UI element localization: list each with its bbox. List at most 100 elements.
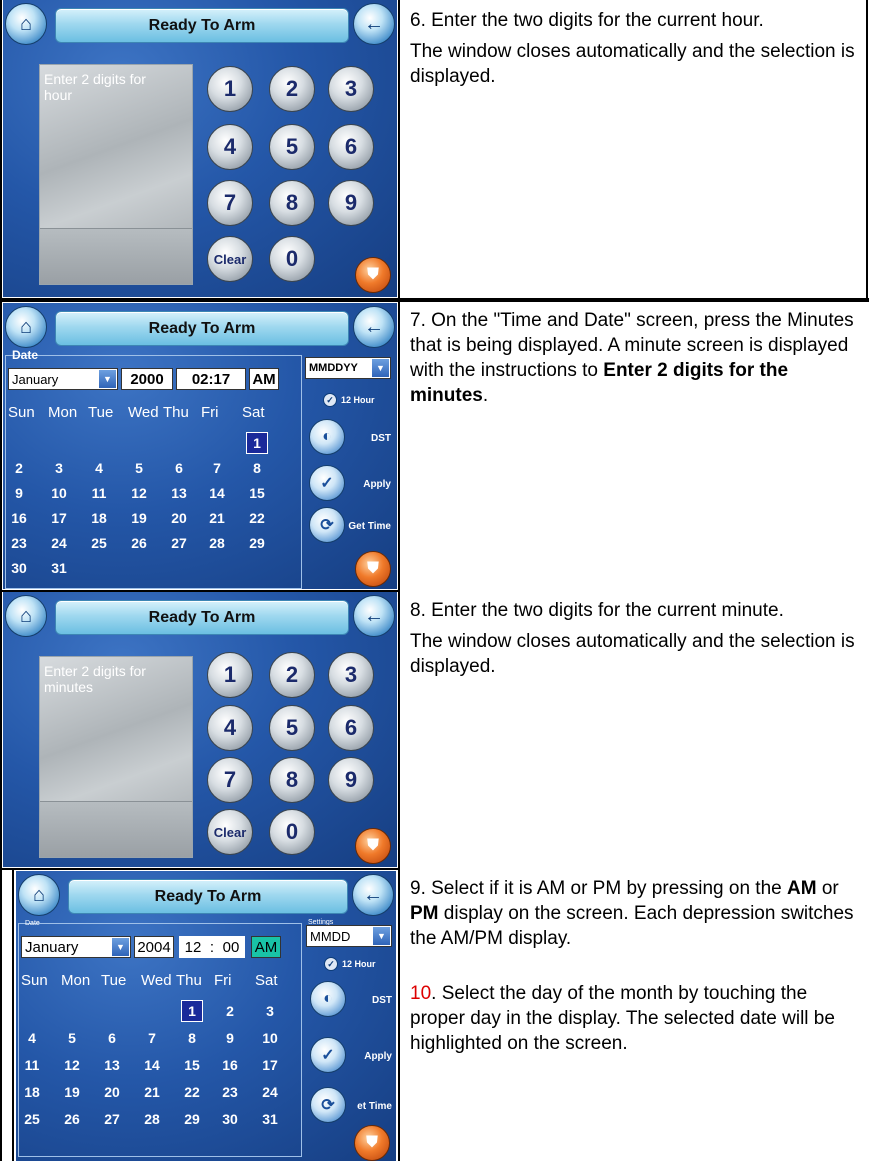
calendar-day[interactable]: 22	[181, 1081, 203, 1103]
calendar-day[interactable]: 1	[246, 432, 268, 454]
calendar-day[interactable]: 11	[21, 1054, 43, 1076]
calendar-day[interactable]: 18	[21, 1081, 43, 1103]
calendar-day[interactable]: 25	[88, 532, 110, 554]
calendar-day[interactable]: 30	[219, 1108, 241, 1130]
calendar-day[interactable]: 11	[88, 482, 110, 504]
calendar-day[interactable]: 29	[181, 1108, 203, 1130]
calendar-day[interactable]: 7	[141, 1027, 163, 1049]
calendar-day[interactable]: 27	[101, 1108, 123, 1130]
calendar-day[interactable]: 19	[61, 1081, 83, 1103]
back-button[interactable]: ←	[353, 306, 395, 348]
key-8[interactable]: 8	[269, 757, 315, 803]
calendar-day[interactable]: 30	[8, 557, 30, 579]
calendar-day[interactable]: 10	[259, 1027, 281, 1049]
key-4[interactable]: 4	[207, 705, 253, 751]
emergency-button[interactable]: ⛊	[355, 257, 391, 293]
calendar-day[interactable]: 25	[21, 1108, 43, 1130]
calendar-day[interactable]: 19	[128, 507, 150, 529]
key-2[interactable]: 2	[269, 652, 315, 698]
calendar-day[interactable]: 3	[259, 1000, 281, 1022]
key-1[interactable]: 1	[207, 652, 253, 698]
calendar-day[interactable]: 31	[48, 557, 70, 579]
calendar-day[interactable]: 5	[128, 457, 150, 479]
calendar-day[interactable]: 31	[259, 1108, 281, 1130]
calendar-day[interactable]: 9	[8, 482, 30, 504]
format-select[interactable]: MMDDYY ▼	[305, 357, 391, 379]
key-8[interactable]: 8	[269, 180, 315, 226]
back-button[interactable]: ←	[353, 595, 395, 637]
calendar-day[interactable]: 6	[101, 1027, 123, 1049]
key-clear[interactable]: Clear	[207, 809, 253, 855]
calendar-day[interactable]: 14	[141, 1054, 163, 1076]
key-clear[interactable]: Clear	[207, 236, 253, 282]
calendar-day[interactable]: 3	[48, 457, 70, 479]
calendar-day[interactable]: 24	[259, 1081, 281, 1103]
calendar-day[interactable]: 10	[48, 482, 70, 504]
apply-button[interactable]: ✓	[309, 465, 345, 501]
calendar-day[interactable]: 21	[206, 507, 228, 529]
calendar-day[interactable]: 2	[8, 457, 30, 479]
calendar-day[interactable]: 18	[88, 507, 110, 529]
key-0[interactable]: 0	[269, 809, 315, 855]
key-6[interactable]: 6	[328, 705, 374, 751]
year-field[interactable]: 2000	[121, 368, 173, 390]
calendar-day[interactable]: 13	[101, 1054, 123, 1076]
emergency-button[interactable]: ⛊	[354, 1125, 390, 1161]
back-button[interactable]: ←	[353, 3, 395, 45]
key-4[interactable]: 4	[207, 124, 253, 170]
hour-mode-toggle[interactable]: ✓ 12 Hour	[324, 957, 376, 971]
calendar-day[interactable]: 26	[61, 1108, 83, 1130]
calendar-day[interactable]: 28	[141, 1108, 163, 1130]
home-button[interactable]: ⌂	[5, 306, 47, 348]
calendar-day[interactable]: 4	[21, 1027, 43, 1049]
calendar-day[interactable]: 27	[168, 532, 190, 554]
key-7[interactable]: 7	[207, 180, 253, 226]
hour-mode-toggle[interactable]: ✓ 12 Hour	[323, 393, 375, 407]
format-select[interactable]: MMDD ▼	[306, 925, 392, 947]
get-time-button[interactable]: ⟳	[310, 1087, 346, 1123]
dst-button[interactable]: ◐	[309, 419, 345, 455]
key-2[interactable]: 2	[269, 66, 315, 112]
calendar-day[interactable]: 21	[141, 1081, 163, 1103]
calendar-day[interactable]: 8	[181, 1027, 203, 1049]
calendar-day[interactable]: 24	[48, 532, 70, 554]
calendar-day[interactable]: 4	[88, 457, 110, 479]
hour-field[interactable]: 12	[179, 936, 207, 958]
month-select[interactable]: January ▼	[8, 368, 118, 390]
key-9[interactable]: 9	[328, 757, 374, 803]
calendar-day[interactable]: 6	[168, 457, 190, 479]
calendar-day[interactable]: 14	[206, 482, 228, 504]
calendar-day[interactable]: 29	[246, 532, 268, 554]
key-6[interactable]: 6	[328, 124, 374, 170]
calendar-day[interactable]: 12	[128, 482, 150, 504]
calendar-day[interactable]: 23	[219, 1081, 241, 1103]
key-7[interactable]: 7	[207, 757, 253, 803]
ampm-field[interactable]: AM	[251, 936, 281, 958]
key-5[interactable]: 5	[269, 705, 315, 751]
get-time-button[interactable]: ⟳	[309, 507, 345, 543]
calendar-day[interactable]: 13	[168, 482, 190, 504]
calendar-day[interactable]: 22	[246, 507, 268, 529]
month-select[interactable]: January ▼	[21, 936, 131, 958]
calendar-day[interactable]: 5	[61, 1027, 83, 1049]
back-button[interactable]: ←	[352, 874, 394, 916]
calendar-day[interactable]: 12	[61, 1054, 83, 1076]
calendar-day[interactable]: 7	[206, 457, 228, 479]
dst-button[interactable]: ◐	[310, 981, 346, 1017]
apply-button[interactable]: ✓	[310, 1037, 346, 1073]
emergency-button[interactable]: ⛊	[355, 828, 391, 864]
time-field[interactable]: 02:17	[176, 368, 246, 390]
calendar-day[interactable]: 1	[181, 1000, 203, 1022]
emergency-button[interactable]: ⛊	[355, 551, 391, 587]
home-button[interactable]: ⌂	[18, 874, 60, 916]
key-1[interactable]: 1	[207, 66, 253, 112]
calendar-day[interactable]: 2	[219, 1000, 241, 1022]
home-button[interactable]: ⌂	[5, 3, 47, 45]
calendar-day[interactable]: 17	[48, 507, 70, 529]
calendar-day[interactable]: 8	[246, 457, 268, 479]
calendar-day[interactable]: 28	[206, 532, 228, 554]
calendar-day[interactable]: 26	[128, 532, 150, 554]
key-0[interactable]: 0	[269, 236, 315, 282]
calendar-day[interactable]: 20	[101, 1081, 123, 1103]
calendar-day[interactable]: 17	[259, 1054, 281, 1076]
